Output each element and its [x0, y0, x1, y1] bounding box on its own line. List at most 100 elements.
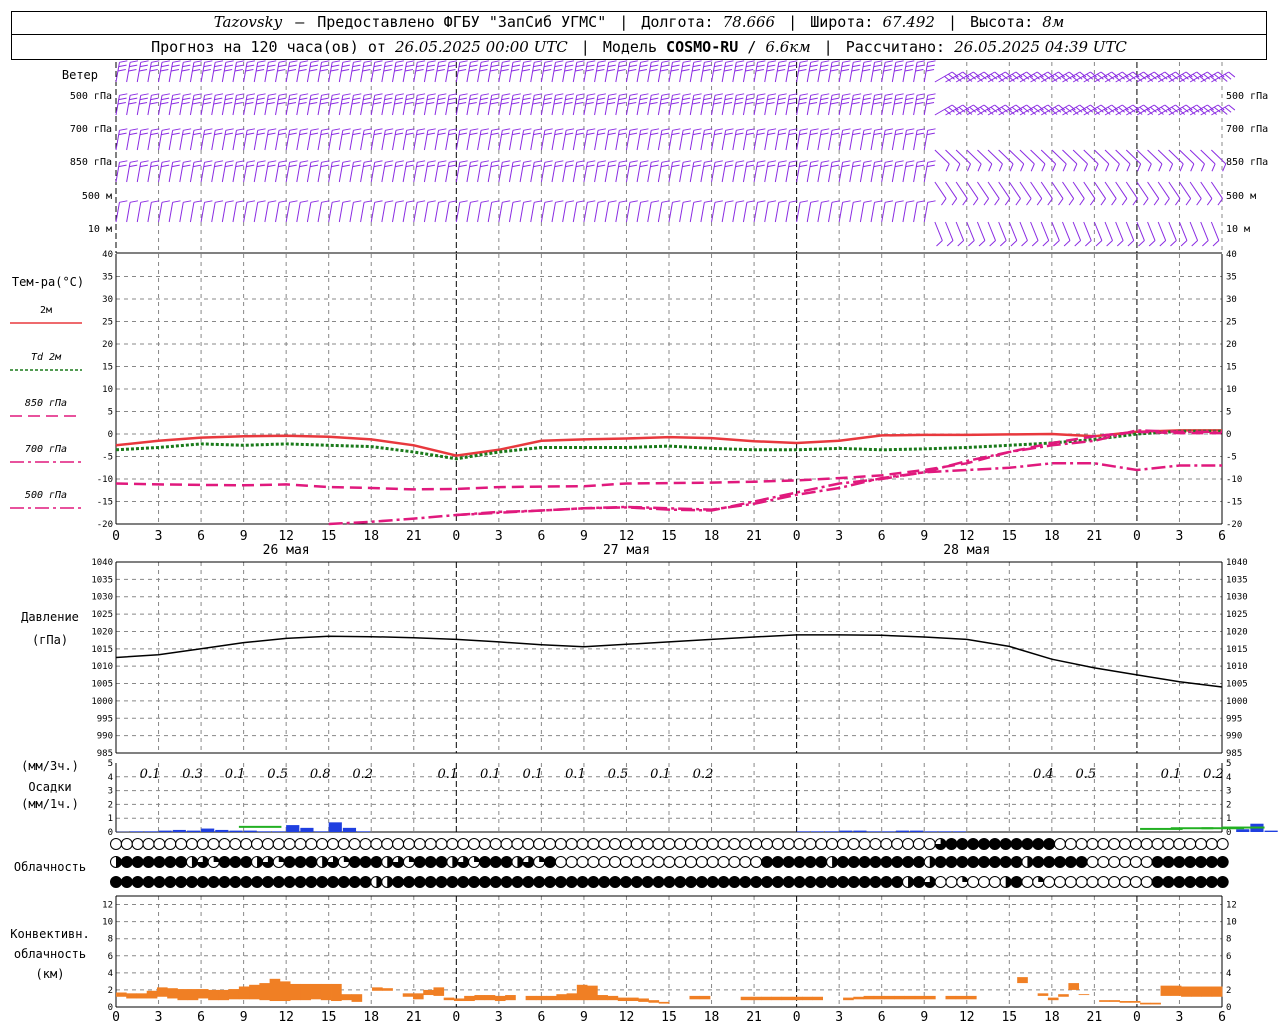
legend-entry-label: 500 гПа	[25, 490, 67, 501]
wind-barb-feather	[341, 101, 350, 105]
hour-tick-label: 21	[746, 529, 762, 544]
wind-barb-staff	[572, 62, 578, 83]
wind-barb-feather	[373, 97, 382, 101]
wind-barb-staff	[306, 202, 312, 223]
wind-barb-staff	[317, 62, 323, 83]
wind-barb-feather	[523, 160, 532, 163]
wind-barb-feather	[192, 68, 201, 72]
cloud-cover-fill	[501, 876, 513, 888]
wind-barb-staff	[530, 62, 535, 83]
cloud-cover-symbol	[1108, 838, 1121, 850]
convective-cloud-bar	[535, 995, 547, 1001]
cloud-cover-fill	[935, 856, 947, 868]
wind-barb-staff	[189, 130, 195, 151]
wind-barb-feather	[436, 101, 445, 105]
wind-barb-feather	[756, 164, 765, 168]
cloud-cover-fill	[544, 876, 556, 888]
wind-barb-feather	[841, 164, 850, 168]
precip-tick-label-left: 1	[108, 814, 113, 824]
wind-barb-feather	[140, 93, 149, 96]
precip-tick-label-left: 2	[108, 800, 113, 810]
wind-barb-feather	[246, 160, 256, 163]
pressure-tick-label-left: 1005	[91, 680, 113, 690]
cloud-cover-symbol	[739, 856, 752, 868]
wind-level-label-left: 500 гПа	[70, 91, 112, 102]
temperature-tick-label-right: -15	[1226, 498, 1242, 508]
wind-barb-staff	[785, 162, 790, 183]
wind-barb-feather	[373, 101, 382, 105]
wind-barb-feather	[565, 64, 574, 68]
wind-barb-feather	[543, 68, 552, 72]
cloud-cover-symbol	[1021, 876, 1034, 888]
precip-3h-total-label: 0.4	[1033, 767, 1054, 782]
wind-barb-staff	[211, 130, 216, 151]
wind-barb-feather	[427, 160, 436, 163]
wind-barb-feather	[224, 68, 233, 72]
convective-cloud-bar	[965, 995, 977, 1000]
wind-barb-staff	[232, 62, 237, 83]
hour-tick-label: 21	[1087, 1010, 1103, 1024]
wind-barb-feather	[374, 128, 383, 131]
wind-barb-feather	[310, 200, 319, 203]
wind-barb-staff	[136, 202, 142, 223]
wind-barb-staff	[349, 62, 354, 83]
wind-barb-staff	[445, 130, 450, 151]
wind-barb-staff	[1147, 221, 1156, 241]
wind-barb-feather	[310, 128, 319, 131]
wind-barb-feather	[268, 200, 277, 203]
wind-barb-feather	[426, 68, 435, 72]
wind-barb-feather	[651, 160, 660, 163]
wind-barb-feather	[341, 97, 350, 101]
legend-entry-label: 700 гПа	[25, 444, 67, 455]
wind-barb-feather	[139, 132, 148, 136]
hour-tick-label: 6	[1218, 1010, 1226, 1024]
wind-barb-staff	[487, 95, 493, 116]
convective-cloud-bar	[269, 978, 281, 1002]
hour-tick-label: 3	[155, 529, 163, 544]
wind-barb-feather	[798, 68, 807, 72]
wind-barb-staff	[306, 162, 312, 183]
wind-barb-feather	[809, 68, 818, 72]
wind-barb-feather	[617, 101, 626, 105]
wind-barb-feather	[470, 128, 479, 131]
cloud-cover-symbol	[294, 838, 307, 850]
wind-barb-feather	[724, 164, 733, 168]
cloud-cover-symbol	[685, 838, 698, 850]
wind-barb-feather	[885, 200, 894, 203]
wind-barb-feather	[342, 93, 351, 96]
wind-barb-feather	[957, 240, 964, 247]
wind-barb-staff	[679, 62, 684, 83]
cloud-cover-fill	[474, 856, 480, 862]
precip-bar	[201, 828, 215, 832]
convective-cloud-bar	[1099, 1000, 1110, 1002]
precip-tick-label-left: 3	[108, 787, 113, 797]
wind-barb-feather	[725, 60, 734, 63]
convective-cloud-bar	[382, 988, 393, 991]
wind-barb-staff	[540, 202, 546, 223]
pressure-axis-title: Давление	[21, 610, 79, 624]
temperature-tick-label-right: -20	[1226, 520, 1242, 530]
wind-barb-staff	[1200, 221, 1209, 241]
wind-barb-staff	[721, 130, 727, 151]
temperature-tick-label-left: -10	[97, 475, 113, 485]
wind-barb-feather	[352, 132, 361, 136]
wind-barb-staff	[434, 162, 440, 183]
wind-barb-staff	[466, 130, 471, 151]
cloud-cover-fill	[479, 876, 491, 888]
wind-barb-feather	[161, 97, 170, 101]
cloud-cover-fill	[956, 856, 968, 868]
wind-barb-staff	[806, 95, 812, 116]
wind-barb-staff	[1008, 181, 1021, 199]
wind-barb-staff	[402, 202, 408, 223]
wind-barb-feather	[1121, 198, 1128, 206]
wind-barb-feather	[778, 128, 787, 131]
cloud-cover-symbol	[565, 856, 578, 868]
wind-barb-feather	[660, 164, 670, 168]
wind-barb-feather	[427, 200, 436, 203]
wind-barb-feather	[1196, 198, 1202, 206]
wind-barb-staff	[572, 130, 578, 151]
wind-barb-feather	[756, 64, 765, 68]
wind-barb-feather	[872, 101, 881, 105]
wind-barb-staff	[657, 95, 663, 116]
wind-barb-staff	[285, 62, 291, 83]
